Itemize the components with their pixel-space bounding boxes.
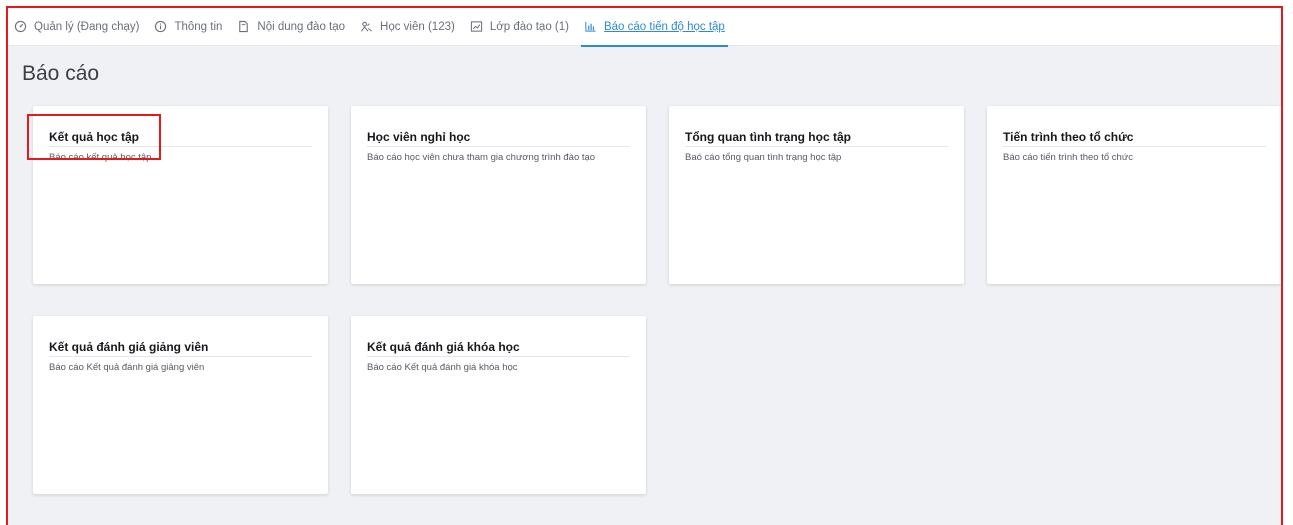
report-card-title: Tổng quan tình trạng học tập	[685, 130, 948, 147]
report-card-learning-results[interactable]: Kết quả học tập Báo cáo kết quả học tập	[33, 106, 328, 284]
report-card-title: Kết quả đánh giá khóa học	[367, 340, 630, 357]
report-card-title: Tiến trình theo tổ chức	[1003, 130, 1266, 147]
report-card-description: Báo cáo tiến trình theo tổ chức	[1003, 152, 1133, 163]
report-card-title: Kết quả học tập	[49, 130, 312, 147]
tab-info[interactable]: Thông tin	[154, 8, 222, 46]
tab-label: Lớp đào tạo (1)	[489, 20, 569, 33]
info-icon	[154, 20, 167, 33]
report-card-title: Kết quả đánh giá giảng viên	[49, 340, 312, 357]
report-card-description: Báo cáo Kết quả đánh giá giảng viên	[49, 362, 205, 373]
users-icon	[360, 20, 373, 33]
tab-label: Học viên (123)	[380, 20, 455, 33]
chart-line-icon	[470, 20, 483, 33]
report-card-description: Báo cáo học viên chưa tham gia chương tr…	[367, 152, 596, 163]
tab-label: Nội dung đào tạo	[257, 20, 346, 33]
report-card-learning-overview[interactable]: Tổng quan tình trạng học tập Baó cáo tổn…	[669, 106, 964, 284]
report-card-course-evaluation[interactable]: Kết quả đánh giá khóa học Báo cáo Kết qu…	[351, 316, 646, 494]
tab-management[interactable]: Quản lý (Đang chạy)	[14, 8, 139, 46]
tab-label: Báo cáo tiến độ học tập	[603, 20, 725, 33]
report-card-description: Báo cáo Kết quả đánh giá khóa học	[367, 362, 518, 373]
report-card-org-progress[interactable]: Tiến trình theo tổ chức Báo cáo tiến trì…	[987, 106, 1281, 284]
app-frame: Quản lý (Đang chạy) Thông tin Nội dung đ…	[6, 6, 1283, 525]
report-card-description: Baó cáo tổng quan tình trạng học tập	[685, 152, 842, 163]
tab-learning-progress-report[interactable]: Báo cáo tiến độ học tập	[580, 8, 728, 47]
report-card-description: Báo cáo kết quả học tập	[49, 152, 152, 163]
document-icon	[237, 20, 250, 33]
tab-label: Thông tin	[174, 20, 223, 33]
tab-bar: Quản lý (Đang chạy) Thông tin Nội dung đ…	[8, 8, 1281, 47]
tab-training-content[interactable]: Nội dung đào tạo	[237, 8, 345, 46]
report-card-title: Học viên nghỉ học	[367, 130, 630, 147]
tab-learners[interactable]: Học viên (123)	[360, 8, 455, 46]
dashboard-icon	[14, 20, 27, 33]
report-card-dropouts[interactable]: Học viên nghỉ học Báo cáo học viên chưa …	[351, 106, 646, 284]
tab-label: Quản lý (Đang chạy)	[34, 20, 140, 33]
bar-chart-icon	[584, 20, 597, 33]
tab-classes[interactable]: Lớp đào tạo (1)	[470, 8, 569, 46]
page-title: Báo cáo	[22, 62, 100, 85]
report-card-instructor-evaluation[interactable]: Kết quả đánh giá giảng viên Báo cáo Kết …	[33, 316, 328, 494]
